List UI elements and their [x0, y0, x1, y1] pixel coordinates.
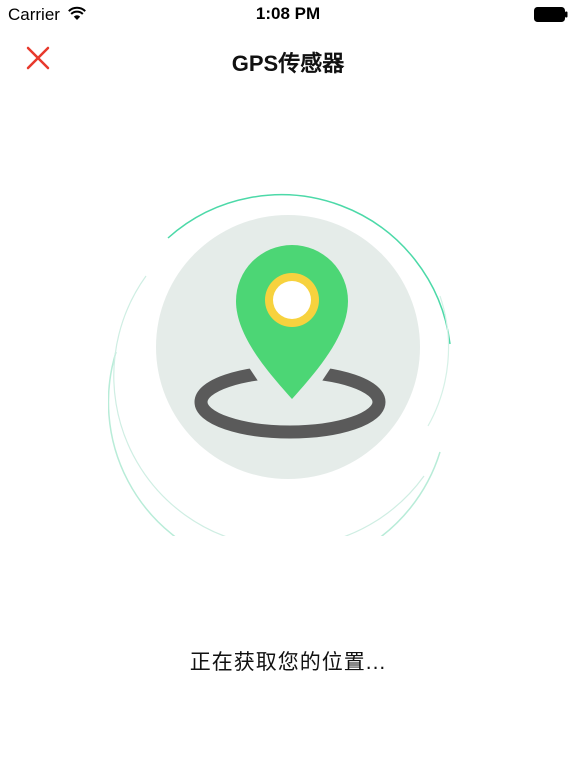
- orbit-arc-right: [427, 295, 450, 427]
- locating-illustration: [108, 194, 451, 536]
- battery-icon: [534, 7, 568, 22]
- clock: 1:08 PM: [255, 4, 321, 23]
- pin-center: [273, 281, 311, 319]
- locating-message: 正在获取您的位置...: [189, 651, 387, 674]
- gps-sensor-screen: Carrier 1:08 PM GPS传感器 正在获取您的位置...: [0, 0, 576, 768]
- nav-bar: GPS传感器: [0, 30, 576, 86]
- status-bar: Carrier 1:08 PM: [0, 0, 576, 30]
- page-title: GPS传感器: [231, 51, 345, 76]
